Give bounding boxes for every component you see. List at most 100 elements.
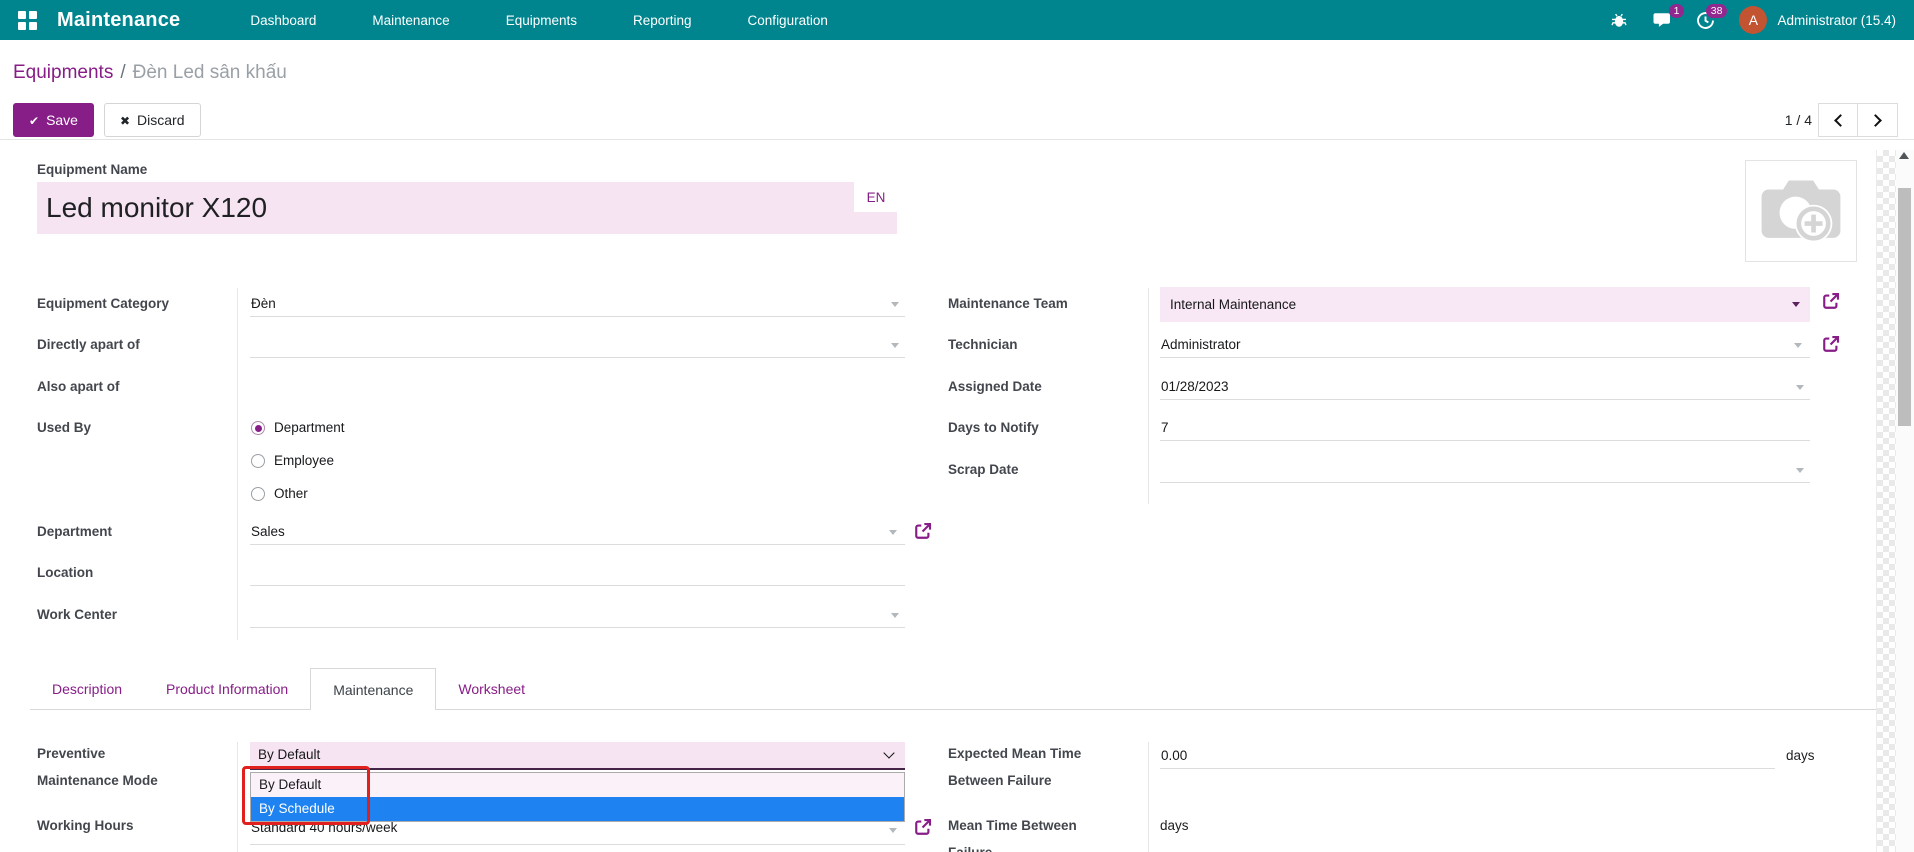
tab-maintenance[interactable]: Maintenance (310, 668, 436, 710)
menu-dashboard[interactable]: Dashboard (250, 13, 316, 28)
menu-maintenance[interactable]: Maintenance (372, 13, 449, 28)
work-center-label: Work Center (37, 605, 232, 625)
also-apart-field[interactable] (250, 377, 905, 400)
radio-employee[interactable]: Employee (251, 451, 334, 471)
tab-product-information[interactable]: Product Information (144, 668, 310, 710)
scrollbar-thumb[interactable] (1898, 188, 1911, 426)
mtbf-unit: days (1160, 816, 1189, 836)
working-hours-label: Working Hours (37, 816, 134, 836)
maintenance-team-label: Maintenance Team (948, 294, 1143, 314)
preventive-mode-select[interactable]: By Default (250, 742, 905, 770)
radio-department-label: Department (274, 418, 345, 438)
chevron-down-icon[interactable] (1796, 468, 1804, 473)
technician-field[interactable]: Administrator (1160, 335, 1810, 358)
tabs-divider (30, 709, 1878, 710)
used-by-label: Used By (37, 418, 232, 438)
notebook-tabs: Description Product Information Maintena… (30, 668, 547, 710)
days-to-notify-field[interactable]: 7 (1160, 418, 1810, 441)
discard-button[interactable]: Discard (104, 103, 201, 137)
breadcrumb: Equipments/Đèn Led sân khấu (13, 62, 287, 84)
external-link-icon[interactable] (914, 522, 932, 545)
preventive-mode-label-line2: Maintenance Mode (37, 771, 158, 791)
activity-badge: 38 (1706, 4, 1728, 18)
chevron-left-icon (1834, 114, 1847, 127)
panel-divider (0, 139, 1914, 140)
pager-previous-button[interactable] (1818, 103, 1858, 137)
assigned-date-field[interactable]: 01/28/2023 (1160, 377, 1810, 400)
external-link-icon[interactable] (914, 818, 932, 841)
expected-mtbf-label-line1: Expected Mean Time (948, 744, 1081, 764)
equipment-category-field[interactable]: Đèn (250, 294, 905, 317)
menu-equipments[interactable]: Equipments (506, 13, 577, 28)
chevron-down-icon[interactable] (891, 302, 899, 307)
equipment-category-value: Đèn (251, 296, 276, 311)
chevron-down-icon[interactable] (891, 613, 899, 618)
working-hours-field[interactable]: Standard 40 hours/week (250, 818, 905, 845)
radio-selected-icon (251, 421, 265, 435)
radio-department[interactable]: Department (251, 418, 345, 438)
left-field-column: Equipment Category Đèn Directly apart of… (37, 292, 905, 640)
messages-icon[interactable]: 1 (1652, 11, 1672, 29)
location-field[interactable] (250, 563, 905, 586)
preventive-mode-dropdown: By Default By Schedule (250, 772, 905, 822)
expected-mtbf-value: 0.00 (1161, 748, 1187, 763)
chevron-down-icon[interactable] (1794, 343, 1802, 348)
activity-clock-icon[interactable]: 38 (1696, 11, 1715, 30)
external-link-icon[interactable] (1822, 335, 1840, 358)
form-buttons: Save Discard (13, 103, 201, 137)
check-icon (29, 112, 39, 128)
chevron-down-icon[interactable] (1792, 302, 1800, 307)
preventive-mode-label-line1: Preventive (37, 744, 105, 764)
equipment-name-value: Led monitor X120 (37, 192, 267, 224)
department-label: Department (37, 522, 232, 542)
preventive-mode-selected-value: By Default (258, 747, 320, 762)
equipment-image-upload[interactable] (1745, 160, 1857, 262)
assigned-date-label: Assigned Date (948, 377, 1143, 397)
department-field[interactable]: Sales (250, 522, 905, 545)
option-by-default[interactable]: By Default (251, 773, 904, 797)
scrap-date-label: Scrap Date (948, 460, 1143, 480)
tab-description[interactable]: Description (30, 668, 144, 710)
department-value: Sales (251, 524, 285, 539)
save-button[interactable]: Save (13, 103, 94, 137)
chevron-down-icon[interactable] (889, 530, 897, 535)
maintenance-team-field[interactable]: Internal Maintenance (1160, 287, 1810, 322)
top-navbar: Maintenance Dashboard Maintenance Equipm… (0, 0, 1914, 40)
technician-value: Administrator (1161, 337, 1241, 352)
menu-reporting[interactable]: Reporting (633, 13, 692, 28)
user-name: Administrator (15.4) (1777, 13, 1896, 28)
scrap-date-field[interactable] (1160, 460, 1810, 483)
menu-configuration[interactable]: Configuration (748, 13, 828, 28)
expected-mtbf-label-line2: Between Failure (948, 771, 1052, 791)
work-center-field[interactable] (250, 605, 905, 628)
scrollbar-up-arrow[interactable] (1899, 152, 1909, 159)
chevron-down-icon[interactable] (891, 343, 899, 348)
camera-plus-icon (1758, 175, 1844, 247)
close-icon (120, 112, 130, 128)
radio-other-label: Other (274, 484, 308, 504)
avatar: A (1739, 6, 1767, 34)
tab-worksheet[interactable]: Worksheet (436, 668, 547, 710)
apps-menu-icon[interactable] (18, 11, 37, 30)
translation-language-badge[interactable]: EN (854, 182, 898, 212)
odoo-equipment-form-page: Maintenance Dashboard Maintenance Equipm… (0, 0, 1914, 852)
option-by-schedule[interactable]: By Schedule (251, 797, 904, 821)
pager-next-button[interactable] (1858, 103, 1898, 137)
external-link-icon[interactable] (1822, 292, 1840, 315)
equipment-name-field[interactable]: Led monitor X120 (37, 182, 897, 234)
directly-apart-field[interactable] (250, 335, 905, 358)
breadcrumb-equipments-link[interactable]: Equipments (13, 62, 113, 83)
expected-mtbf-unit: days (1786, 746, 1815, 766)
app-title[interactable]: Maintenance (57, 9, 180, 32)
days-to-notify-value: 7 (1161, 420, 1169, 435)
chevron-down-icon[interactable] (889, 828, 897, 833)
debug-bug-icon[interactable] (1610, 11, 1628, 29)
also-apart-label: Also apart of (37, 377, 232, 397)
messages-badge: 1 (1669, 4, 1685, 18)
expected-mtbf-field[interactable]: 0.00 (1160, 746, 1775, 769)
chevron-down-icon[interactable] (1796, 385, 1804, 390)
radio-other[interactable]: Other (251, 484, 308, 504)
mtbf-label-line1: Mean Time Between (948, 816, 1077, 836)
chevron-right-icon (1869, 114, 1882, 127)
user-menu[interactable]: A Administrator (15.4) (1739, 6, 1896, 34)
